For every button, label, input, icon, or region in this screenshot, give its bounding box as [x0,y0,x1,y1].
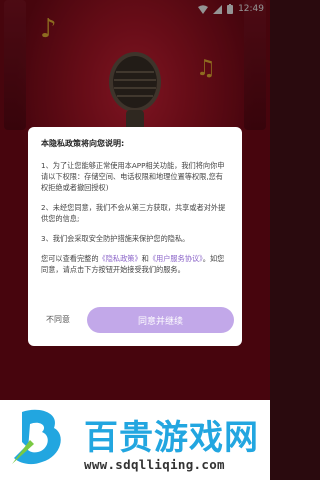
watermark-site-name: 百贵游戏网 [84,418,259,458]
watermark-url: www.sdqlliqing.com [84,457,225,472]
decline-button[interactable]: 不同意 [46,314,70,325]
footer-prefix: 您可以查看完整的 [41,254,99,263]
policy-item: 3、我们会采取安全防护措施来保护您的隐私。 [41,234,190,243]
watermark-banner: 百贵游戏网 www.sdqlliqing.com [0,400,270,480]
policy-item: 2、未经您同意，我们不会从第三方获取，共享或者对外提供您的信息; [41,203,226,223]
privacy-dialog: 本隐私政策将向您说明: 1、为了让您能够正常使用本APP相关功能，我们将向你申请… [28,127,242,346]
footer-conjunction: 和 [141,254,149,263]
agree-continue-button[interactable]: 同意并继续 [87,307,234,333]
policy-footer: 您可以查看完整的《隐私政策》和《用户服务协议》。如您同意，请点击下方按钮开始接受… [41,253,229,275]
user-agreement-link[interactable]: 《用户服务协议》 [149,254,203,263]
dialog-buttons: 不同意 同意并继续 [28,307,242,333]
policy-item: 1、为了让您能够正常使用本APP相关功能，我们将向你申请以下权限：存储空间、电话… [41,161,225,192]
site-logo-icon [12,409,61,465]
privacy-policy-link[interactable]: 《隐私政策》 [99,254,142,263]
dialog-title: 本隐私政策将向您说明: [41,139,125,148]
